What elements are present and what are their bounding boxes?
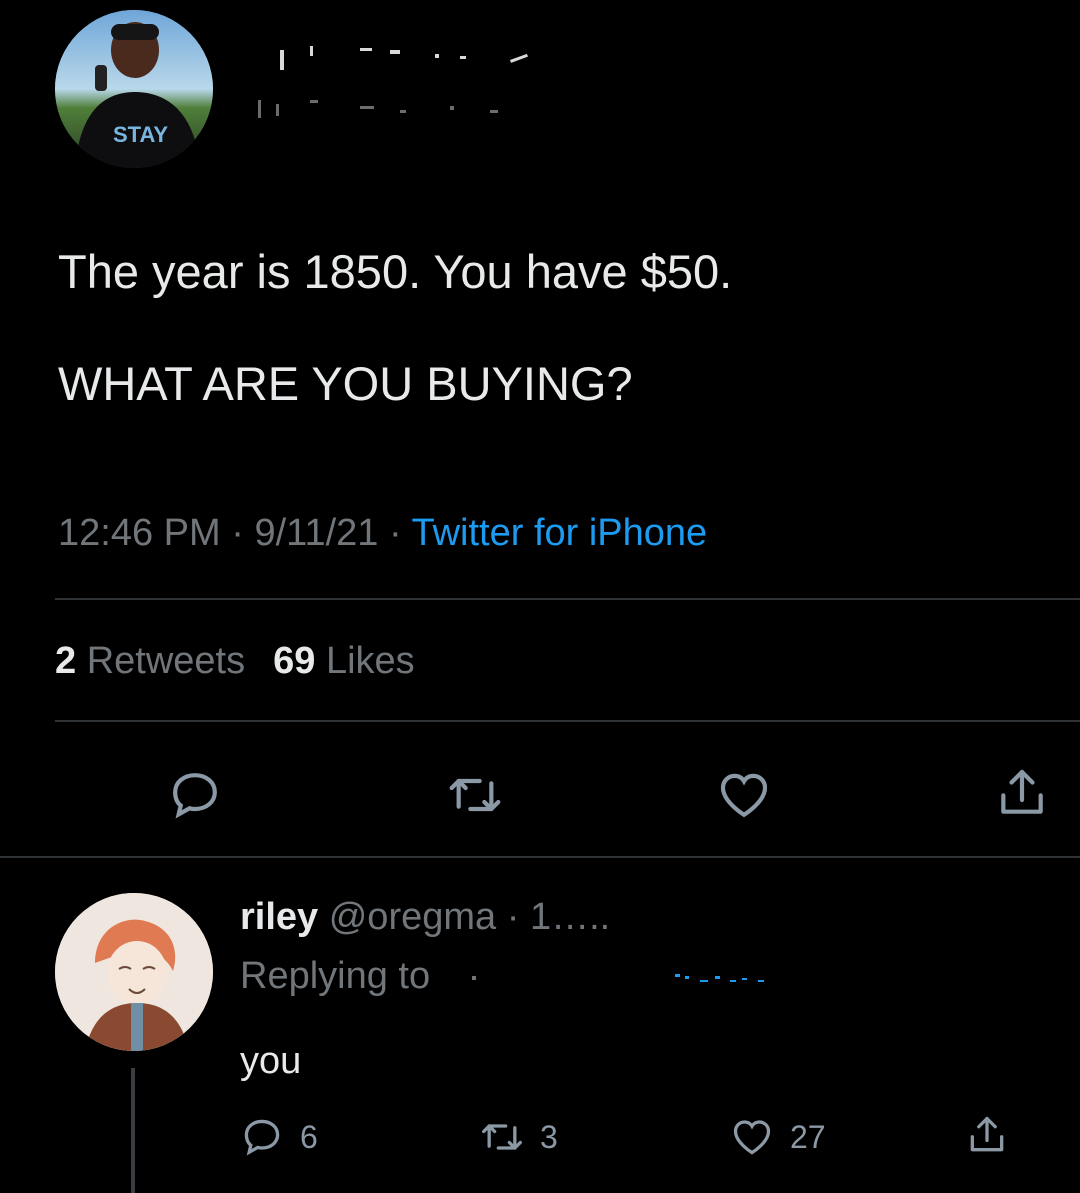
reply-text: you [240,1040,302,1082]
retweets-label: Retweets [86,640,246,682]
divider [55,720,1080,722]
tweet-time[interactable]: 12:46 PM [58,512,221,554]
share-button[interactable] [992,763,1052,823]
reply-retweet-button[interactable]: 3 [480,1112,558,1162]
reply-retweet-count: 3 [540,1118,558,1155]
retweet-button[interactable] [445,765,505,825]
reply-avatar-illustration [55,893,213,1051]
retweets-count: 2 [55,640,77,682]
avatar-photo: STAY [55,10,213,168]
redacted-author-name [258,46,528,118]
thread-connector-line [131,1068,135,1193]
svg-text:STAY: STAY [113,122,168,147]
author-avatar[interactable]: STAY [55,10,213,168]
tweet-date[interactable]: 9/11/21 [254,512,378,554]
reply-author-name[interactable]: riley [240,896,318,938]
reply-author-avatar[interactable] [55,893,213,1051]
likes-stat[interactable]: 69 Likes [273,640,415,682]
separator-dot: · [496,896,530,938]
reply-timestamp[interactable]: 1….. [530,896,610,938]
reply-author-handle[interactable]: @oregma [329,896,496,938]
replying-to: Replying to [240,955,430,998]
tweet-source-link[interactable]: Twitter for iPhone [412,512,708,554]
divider [55,598,1080,600]
replying-to-label: Replying to [240,955,431,997]
reply-reply-count: 6 [300,1118,318,1155]
retweet-icon [449,778,501,812]
reply-header: riley @oregma · 1….. [240,896,610,939]
separator-dot: · [220,512,255,554]
reply-share-button[interactable] [965,1110,1025,1160]
retweets-stat[interactable]: 2 Retweets [55,640,245,682]
likes-count: 69 [273,640,316,682]
like-button[interactable] [714,765,774,825]
separator-dot: · [378,512,412,554]
tweet-text-line-2: WHAT ARE YOU BUYING? [58,357,633,410]
tweet-text-line-1: The year is 1850. You have $50. [58,245,733,298]
reply-icon [173,773,217,819]
reply-reply-button[interactable]: 6 [240,1112,318,1162]
reply-like-button[interactable]: 27 [730,1112,826,1162]
tweet-metadata: 12:46 PM · 9/11/21 · Twitter for iPhone [58,512,707,555]
reply-like-count: 27 [790,1118,826,1155]
retweet-icon [482,1124,522,1150]
tweet-stats: 2 Retweets 69 Likes [55,640,415,683]
likes-label: Likes [325,640,415,682]
redacted-replying-handle [472,974,764,982]
divider [0,856,1080,858]
share-icon [970,1116,1004,1152]
share-icon [1001,769,1043,814]
reply-button[interactable] [165,765,225,825]
reply-icon [244,1119,280,1156]
heart-icon [733,1120,771,1155]
heart-icon [720,773,768,818]
